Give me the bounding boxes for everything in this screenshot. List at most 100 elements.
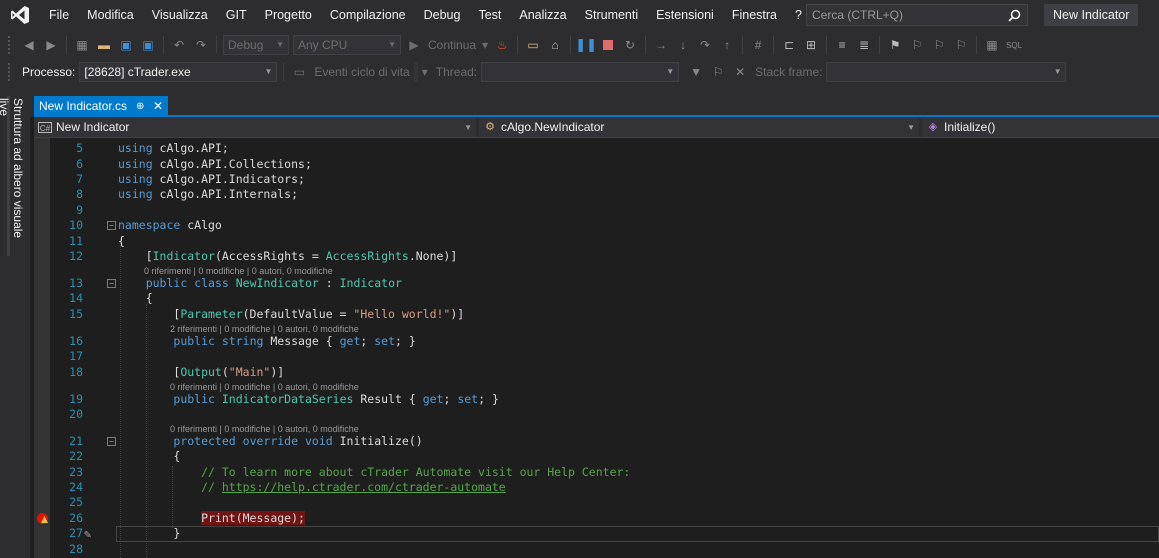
stack-frame-select[interactable]: ▼ [826,62,1067,82]
bookmark-icon[interactable]: ⚑ [886,36,904,54]
step-into-icon[interactable]: ↓ [674,36,692,54]
toolbar-separator [826,36,828,54]
menu-project[interactable]: Progetto [256,0,321,30]
hex-display-icon[interactable]: # [749,36,767,54]
line-number: 14 [69,291,83,305]
document-tab-title: New Indicator.cs [39,99,128,113]
redo-icon[interactable]: ↷ [192,36,210,54]
line-number: 27 [69,526,83,540]
menu-build[interactable]: Compilazione [321,0,415,30]
chevron-down-icon: ▼ [464,123,472,132]
format-document-icon[interactable]: ⊞ [802,36,820,54]
next-bookmark-icon[interactable]: ⚐ [930,36,948,54]
menu-view[interactable]: Visualizza [143,0,217,30]
live-visual-tree-tab[interactable]: Struttura ad albero visuale live [0,96,25,256]
solution-config-value: Debug [228,38,264,52]
process-select[interactable]: [28628] cTrader.exe ▼ [79,62,278,82]
new-project-icon[interactable]: ▦ [73,36,91,54]
lifecycle-events-icon[interactable]: ▭ [290,63,308,81]
line-number: 18 [69,365,83,379]
menu-debug[interactable]: Debug [415,0,470,30]
code-line: 27 ✎ } [34,526,1159,541]
find-in-files-icon[interactable]: ▭ [524,36,542,54]
lifecycle-events-button[interactable]: Eventi ciclo di vita [314,65,409,79]
chevron-down-icon: ▼ [388,40,396,49]
prev-bookmark-icon[interactable]: ⚐ [908,36,926,54]
search-icon[interactable] [1008,8,1021,28]
toolbar-separator [283,63,285,81]
menu-window[interactable]: Finestra [723,0,786,30]
sql-icon[interactable]: SQL [1005,36,1023,54]
menu-extensions[interactable]: Estensioni [647,0,723,30]
filter-icon[interactable]: ▼ [687,63,705,81]
menu-analyze[interactable]: Analizza [510,0,575,30]
save-all-icon[interactable]: ▣ [139,36,157,54]
stop-icon[interactable] [599,36,617,54]
class-dropdown[interactable]: ⚙ cAlgo.NewIndicator ▼ [479,118,919,137]
flag-threads-icon[interactable]: ⚐ [709,63,727,81]
navigate-back-icon[interactable]: ◀ [20,36,38,54]
menu-tools[interactable]: Strumenti [576,0,648,30]
code-line: 7 using cAlgo.API.Indicators; [34,172,1159,187]
pin-tab-icon[interactable]: ⊕ [136,96,144,117]
thread-select[interactable]: ▼ [481,62,680,82]
platform-select[interactable]: Any CPU ▼ [293,35,401,55]
step-over-icon[interactable]: ↷ [696,36,714,54]
code-line: 14 { [34,291,1159,306]
comment-lines-icon[interactable]: ≡ [833,36,851,54]
uncomment-lines-icon[interactable]: ≣ [855,36,873,54]
clear-filter-icon[interactable]: ✕ [731,63,749,81]
document-tab-new-indicator[interactable]: New Indicator.cs ⊕ ✕ [34,96,168,117]
toggle-tree-icon[interactable]: ⊏ [780,36,798,54]
chevron-down-icon: ▼ [666,67,675,76]
save-icon[interactable]: ▣ [117,36,135,54]
toolbar-grip[interactable] [8,63,12,81]
lifecycle-chevron-icon[interactable]: ▾ [422,65,428,79]
line-number: 21 [69,434,83,448]
menu-test[interactable]: Test [469,0,510,30]
project-name: New Indicator [56,120,130,134]
close-tab-icon[interactable]: ✕ [153,96,163,117]
toolbar-separator [645,36,647,54]
restart-icon[interactable]: ↻ [621,36,639,54]
menu-file[interactable]: File [40,0,78,30]
code-line: 16 public string Message { get; set; } [34,334,1159,349]
toolbar-separator [517,36,519,54]
undo-icon[interactable]: ↶ [170,36,188,54]
step-out-icon[interactable]: ↑ [718,36,736,54]
pause-icon[interactable]: ❚❚ [575,36,597,54]
open-file-icon[interactable]: ▬ [95,36,113,54]
solution-config-select[interactable]: Debug ▼ [223,35,289,55]
collapse-icon[interactable]: − [107,437,116,446]
code-editor[interactable]: 5 using cAlgo.API; 6 using cAlgo.API.Col… [34,138,1159,558]
code-line: 12 [Indicator(AccessRights = AccessRight… [34,249,1159,264]
search-placeholder: Cerca (CTRL+Q) [812,8,904,22]
collapse-icon[interactable]: − [107,279,116,288]
show-next-statement-icon[interactable]: → [652,36,670,54]
sql-grid-icon[interactable]: ▦ [983,36,1001,54]
hot-reload-flame-icon[interactable]: ♨ [493,36,511,54]
code-line: 9 [34,203,1159,218]
breakpoint-icon[interactable] [37,513,48,524]
toolbar-grip[interactable] [8,36,12,54]
member-dropdown[interactable]: ◈ Initialize() [922,118,1159,137]
continue-dropdown-icon[interactable]: ▾ [482,38,488,52]
continue-play-icon[interactable]: ▶ [405,36,423,54]
menu-git[interactable]: GIT [217,0,256,30]
menu-edit[interactable]: Modifica [78,0,143,30]
clear-bookmarks-icon[interactable]: ⚐ [952,36,970,54]
search-input[interactable]: Cerca (CTRL+Q) [806,4,1028,26]
code-text: using cAlgo.API.Internals; [118,187,299,201]
browser-link-icon[interactable]: ⌂ [546,36,564,54]
code-text: } [118,526,181,540]
navigate-forward-icon[interactable]: ▶ [42,36,60,54]
visual-studio-logo-icon[interactable] [0,0,40,30]
process-label: Processo: [22,65,76,79]
project-dropdown[interactable]: C# New Indicator ▼ [34,118,476,137]
chevron-down-icon: ▼ [1053,67,1062,76]
code-line: 11 { [34,234,1159,249]
collapse-icon[interactable]: − [107,221,116,230]
quick-actions-brush-icon[interactable]: ✎ [84,527,91,542]
continue-button[interactable]: Continua [428,38,476,52]
help-center-link[interactable]: https://help.ctrader.com/ctrader-automat… [222,480,506,494]
